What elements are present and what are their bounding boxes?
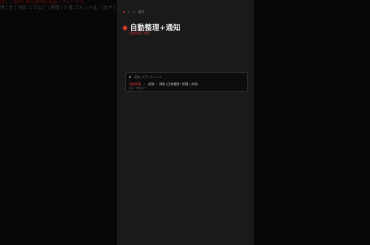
status-dot-icon bbox=[128, 10, 130, 13]
panel-header-icon bbox=[129, 76, 131, 78]
info-panel[interactable]: 手順 | ステップ 1 → 3 自動整理 › 記録 ・ 通知 (日常業務 / 整… bbox=[125, 72, 248, 92]
background-right bbox=[254, 0, 370, 245]
background-caption-line-2: 現 | 仕 | 対応 ミスなど | 管理 | 1 進 コメントは、「必ず | 発… bbox=[0, 6, 131, 11]
diamond-icon bbox=[122, 25, 128, 31]
background-caption: 出して漏れ! 複の詳細な設置・グローバル 現 | 仕 | 対応 ミスなど | 管… bbox=[0, 0, 130, 12]
page-subtitle: 自動整理+通知 bbox=[129, 31, 150, 35]
background-left bbox=[0, 0, 117, 245]
panel-header: 手順 | ステップ 1 → 3 bbox=[129, 75, 161, 79]
status-bar: 案内 bbox=[123, 9, 144, 14]
panel-subtext: 設定 / 準備 完了 bbox=[129, 87, 147, 90]
phone-screen: 案内 自動整理+通知 自動整理+通知 手順 | ステップ 1 → 3 自動整理 … bbox=[117, 0, 254, 245]
status-dot-icon bbox=[123, 10, 125, 13]
panel-row-text: 記録 ・ 通知 (日常業務 / 整理 / 共有) bbox=[148, 82, 199, 86]
status-label: 案内 bbox=[138, 10, 145, 14]
panel-header-label: 手順 | ステップ 1 → 3 bbox=[134, 75, 161, 79]
status-dot-icon bbox=[133, 10, 135, 13]
